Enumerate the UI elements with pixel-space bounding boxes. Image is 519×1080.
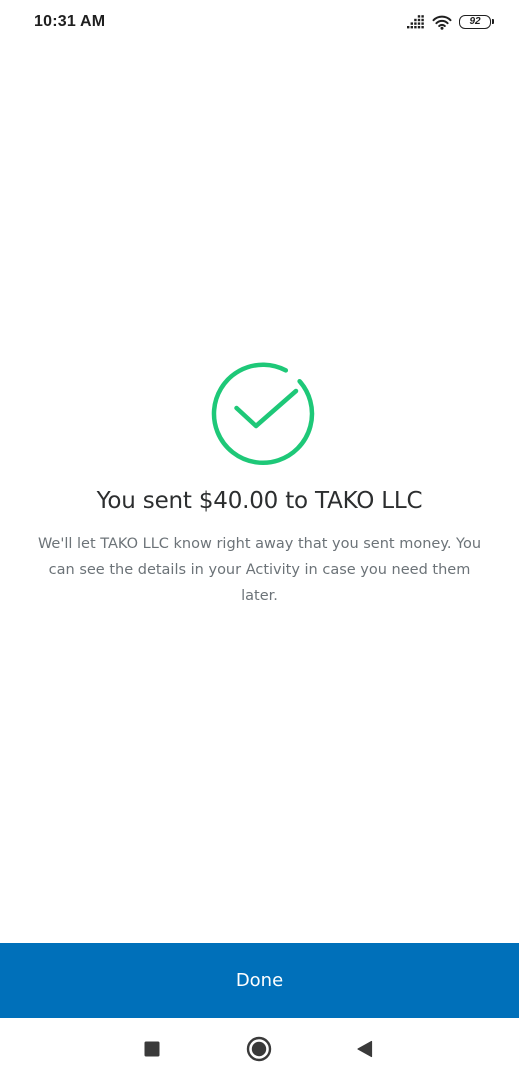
back-button[interactable]: [335, 1018, 395, 1080]
back-triangle-icon: [356, 1040, 374, 1058]
success-message: We'll let TAKO LLC know right away that …: [37, 536, 482, 604]
status-bar: 10:31 AM 92: [0, 0, 519, 46]
battery-level: 92: [469, 16, 481, 27]
recents-square-icon: [144, 1041, 160, 1057]
status-time: 10:31 AM: [34, 13, 106, 30]
signal-icon: [407, 15, 425, 29]
home-button[interactable]: [229, 1018, 289, 1080]
done-button[interactable]: Done: [0, 943, 519, 1018]
status-icons: 92: [407, 12, 494, 32]
success-title: You sent $40.00 to TAKO LLC: [96, 488, 423, 514]
battery-icon: 92: [459, 15, 494, 29]
navigation-bar: [0, 1018, 519, 1080]
checkmark-circle-icon: [204, 358, 316, 470]
home-circle-icon: [246, 1036, 272, 1062]
wifi-icon: [432, 15, 452, 30]
recents-button[interactable]: [122, 1018, 182, 1080]
